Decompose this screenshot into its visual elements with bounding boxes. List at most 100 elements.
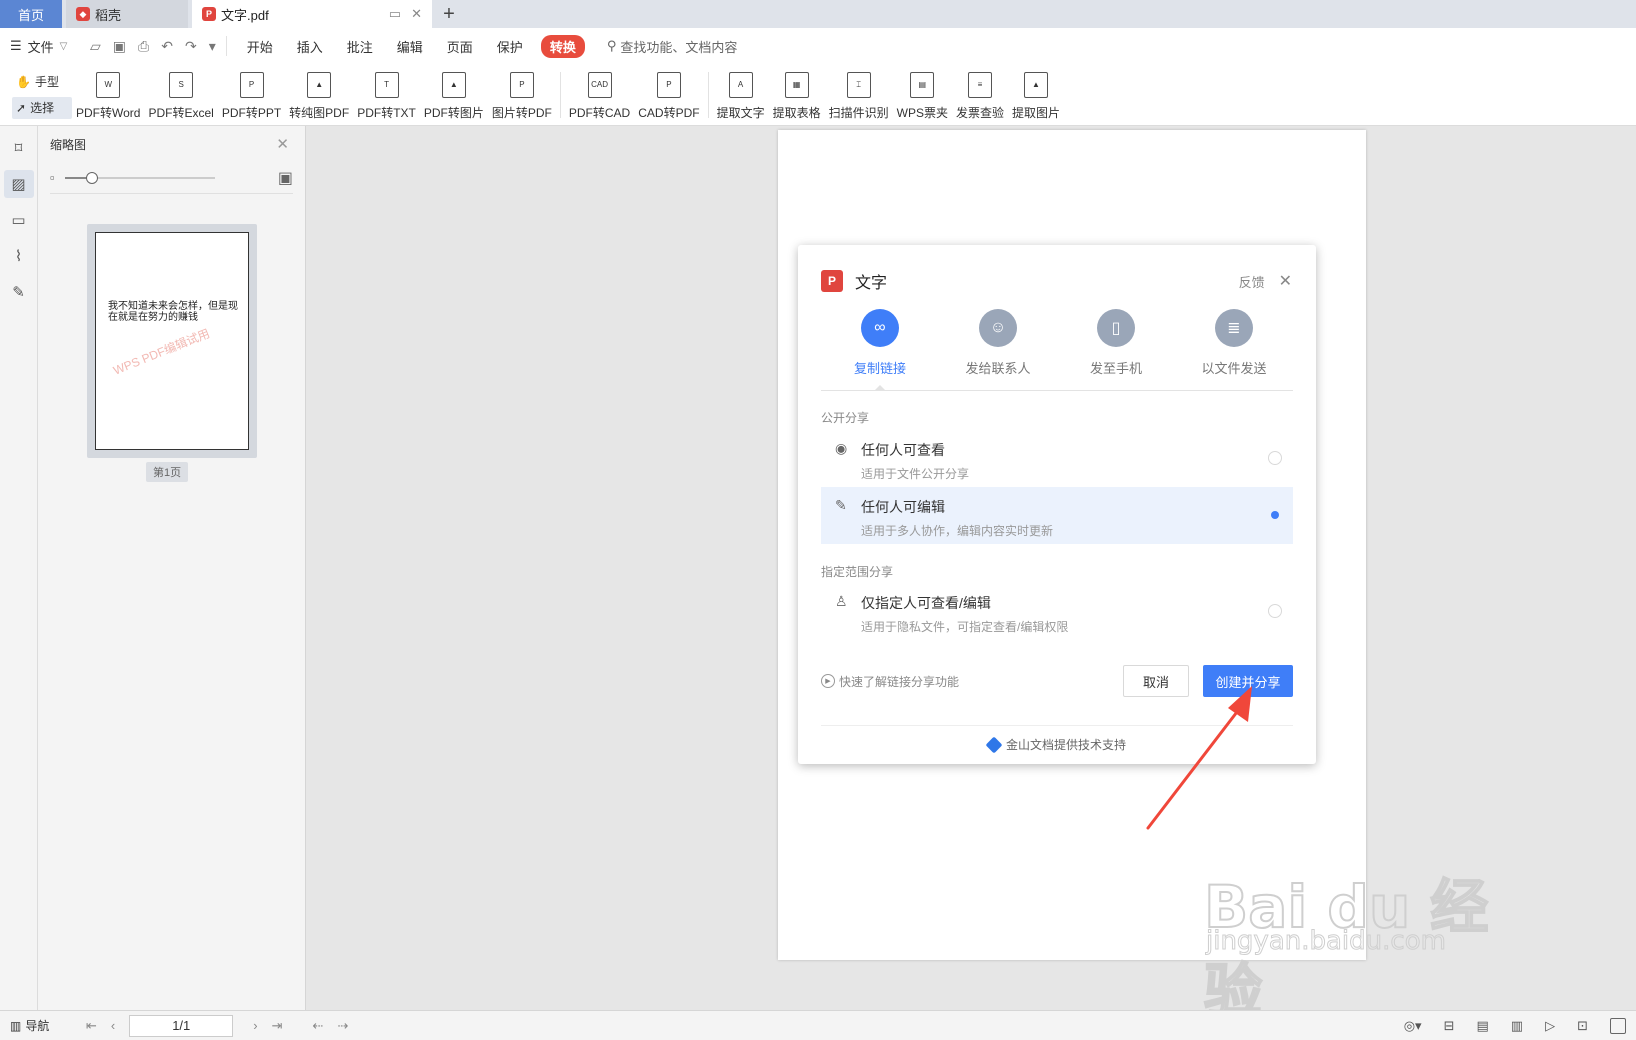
extract-image-button[interactable]: ▲ 提取图片	[1008, 68, 1064, 122]
save-icon[interactable]: ▣	[113, 38, 126, 55]
radio-specific-people[interactable]	[1268, 604, 1282, 618]
file-icon: ≣	[1215, 309, 1253, 347]
menu-tab-insert[interactable]: 插入	[285, 28, 335, 64]
file-menu[interactable]: ☰ 文件 ▽	[0, 37, 80, 56]
ribbon-label: 扫描件识别	[828, 105, 889, 120]
more-dropdown-icon[interactable]: ▾	[209, 38, 216, 55]
hand-mode-button[interactable]: ✋ 手型	[12, 71, 72, 93]
option-title: 任何人可查看	[861, 442, 945, 458]
page-thumbnail[interactable]: 我不知道未来会怎样，但是现在就是在努力的赚钱 WPS PDF编辑试用	[87, 224, 257, 458]
user-icon: ♙	[835, 593, 848, 609]
pdf-to-image-icon: ▲	[441, 71, 466, 98]
feedback-link[interactable]: 反馈	[1239, 272, 1265, 291]
undo-icon[interactable]: ↶	[161, 38, 173, 55]
redo-icon[interactable]: ↷	[185, 38, 197, 55]
zoom-slider-knob[interactable]	[85, 171, 98, 184]
radio-anyone-view[interactable]	[1268, 451, 1282, 465]
tab-daoke[interactable]: ◆ 稻壳	[66, 0, 188, 28]
eye-protect-icon[interactable]: ◎▾	[1404, 1018, 1422, 1034]
tab-send-phone[interactable]: ▯ 发至手机	[1057, 309, 1175, 390]
tab-send-contact[interactable]: ☺ 发给联系人	[939, 309, 1057, 390]
close-tab-icon[interactable]: ✕	[411, 6, 422, 22]
image-pdf-icon: ▲	[307, 71, 332, 98]
scan-recognition-button[interactable]: ⌶ 扫描件识别	[825, 68, 893, 122]
menu-tab-label: 转换	[540, 34, 585, 58]
menu-tab-annotate[interactable]: 批注	[335, 28, 385, 64]
monitor-icon[interactable]: ▭	[389, 6, 401, 22]
pdf-to-txt-button[interactable]: T PDF转TXT	[353, 68, 420, 122]
pdf-to-ppt-button[interactable]: P PDF转PPT	[218, 68, 285, 122]
radio-anyone-edit[interactable]	[1268, 508, 1282, 522]
first-page-icon[interactable]: ⇤	[86, 1018, 97, 1034]
tab-document[interactable]: P 文字.pdf ▭ ✕	[192, 0, 432, 28]
menu-tab-label: 开始	[246, 39, 273, 55]
ribbon-separator	[707, 71, 709, 118]
invoice-icon: ≡	[967, 71, 992, 98]
prev-page-icon[interactable]: ‹	[111, 1018, 115, 1034]
back-icon[interactable]: ⇠	[313, 1018, 324, 1034]
option-anyone-edit[interactable]: ✎ 任何人可编辑 适用于多人协作，编辑内容实时更新	[821, 487, 1293, 544]
attachment-icon[interactable]: ⌇	[4, 242, 34, 270]
ribbon-label: PDF转Excel	[148, 105, 214, 120]
comment-icon[interactable]: ▭	[4, 206, 34, 234]
close-panel-icon[interactable]: ✕	[276, 135, 289, 153]
forward-icon[interactable]: ⇢	[337, 1018, 348, 1034]
navigation-label: 导航	[25, 1019, 50, 1033]
bookmark-icon[interactable]: ⌑	[4, 134, 34, 162]
extract-table-button[interactable]: ▦ 提取表格	[769, 68, 825, 122]
navigation-toggle[interactable]: ▥ 导航	[0, 1017, 80, 1034]
option-anyone-view[interactable]: ◉ 任何人可查看 适用于文件公开分享	[821, 430, 1293, 487]
tab-home[interactable]: 首页	[0, 0, 62, 28]
menu-tab-start[interactable]: 开始	[235, 28, 285, 64]
last-page-icon[interactable]: ⇥	[272, 1018, 283, 1034]
tab-send-file[interactable]: ≣ 以文件发送	[1175, 309, 1293, 390]
new-tab-button[interactable]: +	[432, 0, 466, 28]
file-menu-label: 文件	[27, 39, 54, 55]
learn-link-sharing[interactable]: ▶ 快速了解链接分享功能	[821, 673, 959, 690]
kdocs-logo-icon	[985, 736, 1003, 753]
thumbnail-page: 我不知道未来会怎样，但是现在就是在努力的赚钱 WPS PDF编辑试用	[95, 232, 249, 450]
pdf-to-excel-button[interactable]: S PDF转Excel	[144, 68, 217, 122]
thumbnail-zoom-slider[interactable]	[64, 171, 215, 184]
status-bar: ▥ 导航 ⇤ ‹ 1/1 › ⇥ ⇠ ⇢ ◎▾ ⊟ ▤ ▥ ▷ ⊡	[0, 1010, 1636, 1040]
ribbon-label: 提取图片	[1011, 105, 1060, 120]
next-page-icon[interactable]: ›	[253, 1018, 257, 1034]
cad-to-pdf-button[interactable]: P CAD转PDF	[634, 68, 703, 122]
image-to-pdf-button[interactable]: P 图片转PDF	[488, 68, 556, 122]
fit-page-icon[interactable]	[1610, 1017, 1626, 1034]
actual-size-icon[interactable]: ⊡	[1577, 1018, 1588, 1034]
split-view-icon[interactable]: ⊟	[1444, 1018, 1455, 1034]
function-search[interactable]: ⚲ 查找功能、文档内容	[607, 37, 738, 56]
open-folder-icon[interactable]: ▱	[90, 38, 101, 55]
thumbnail-panel-header: 缩略图 ✕	[38, 126, 305, 162]
daoke-logo-icon: ◆	[76, 7, 90, 21]
left-icon-rail: ⌑ ▨ ▭ ⌇ ✎	[0, 126, 38, 1010]
single-page-icon[interactable]: ▤	[1477, 1018, 1489, 1034]
page-number-input[interactable]: 1/1	[129, 1014, 234, 1037]
image-only-pdf-button[interactable]: ▲ 转纯图PDF	[285, 68, 353, 122]
play-slideshow-icon[interactable]: ▷	[1545, 1018, 1555, 1034]
small-image-icon[interactable]: ▫	[50, 170, 55, 185]
extract-text-button[interactable]: A 提取文字	[713, 68, 769, 122]
menu-tab-page[interactable]: 页面	[435, 28, 485, 64]
quick-access-toolbar: ▱ ▣ ⎙ ↶ ↷ ▾	[80, 36, 227, 56]
select-mode-button[interactable]: ➚ 选择	[12, 96, 72, 119]
double-page-icon[interactable]: ▥	[1511, 1018, 1523, 1034]
print-icon[interactable]: ⎙	[138, 38, 149, 55]
menu-tab-protect[interactable]: 保护	[485, 28, 535, 64]
invoice-check-button[interactable]: ≡ 发票查验	[952, 68, 1008, 122]
pdf-to-cad-button[interactable]: CAD PDF转CAD	[565, 68, 634, 122]
menu-tab-edit[interactable]: 编辑	[385, 28, 435, 64]
tab-copy-link[interactable]: ∞ 复制链接	[821, 309, 939, 391]
close-icon[interactable]: ✕	[1279, 271, 1292, 291]
pdf-to-word-button[interactable]: W PDF转Word	[72, 68, 144, 122]
option-title: 仅指定人可查看/编辑	[861, 595, 991, 611]
pdf-to-image-button[interactable]: ▲ PDF转图片	[420, 68, 488, 122]
thumbnail-icon[interactable]: ▨	[3, 170, 34, 198]
signature-icon[interactable]: ✎	[4, 278, 34, 306]
menu-tab-convert[interactable]: 转换	[540, 28, 585, 64]
option-specific-people[interactable]: ♙ 仅指定人可查看/编辑 适用于隐私文件，可指定查看/编辑权限	[821, 583, 1293, 640]
wps-ticket-folder-button[interactable]: ▤ WPS票夹	[893, 68, 952, 122]
large-image-icon[interactable]: ▣	[278, 168, 293, 188]
pdf-to-ppt-icon: P	[239, 71, 264, 98]
